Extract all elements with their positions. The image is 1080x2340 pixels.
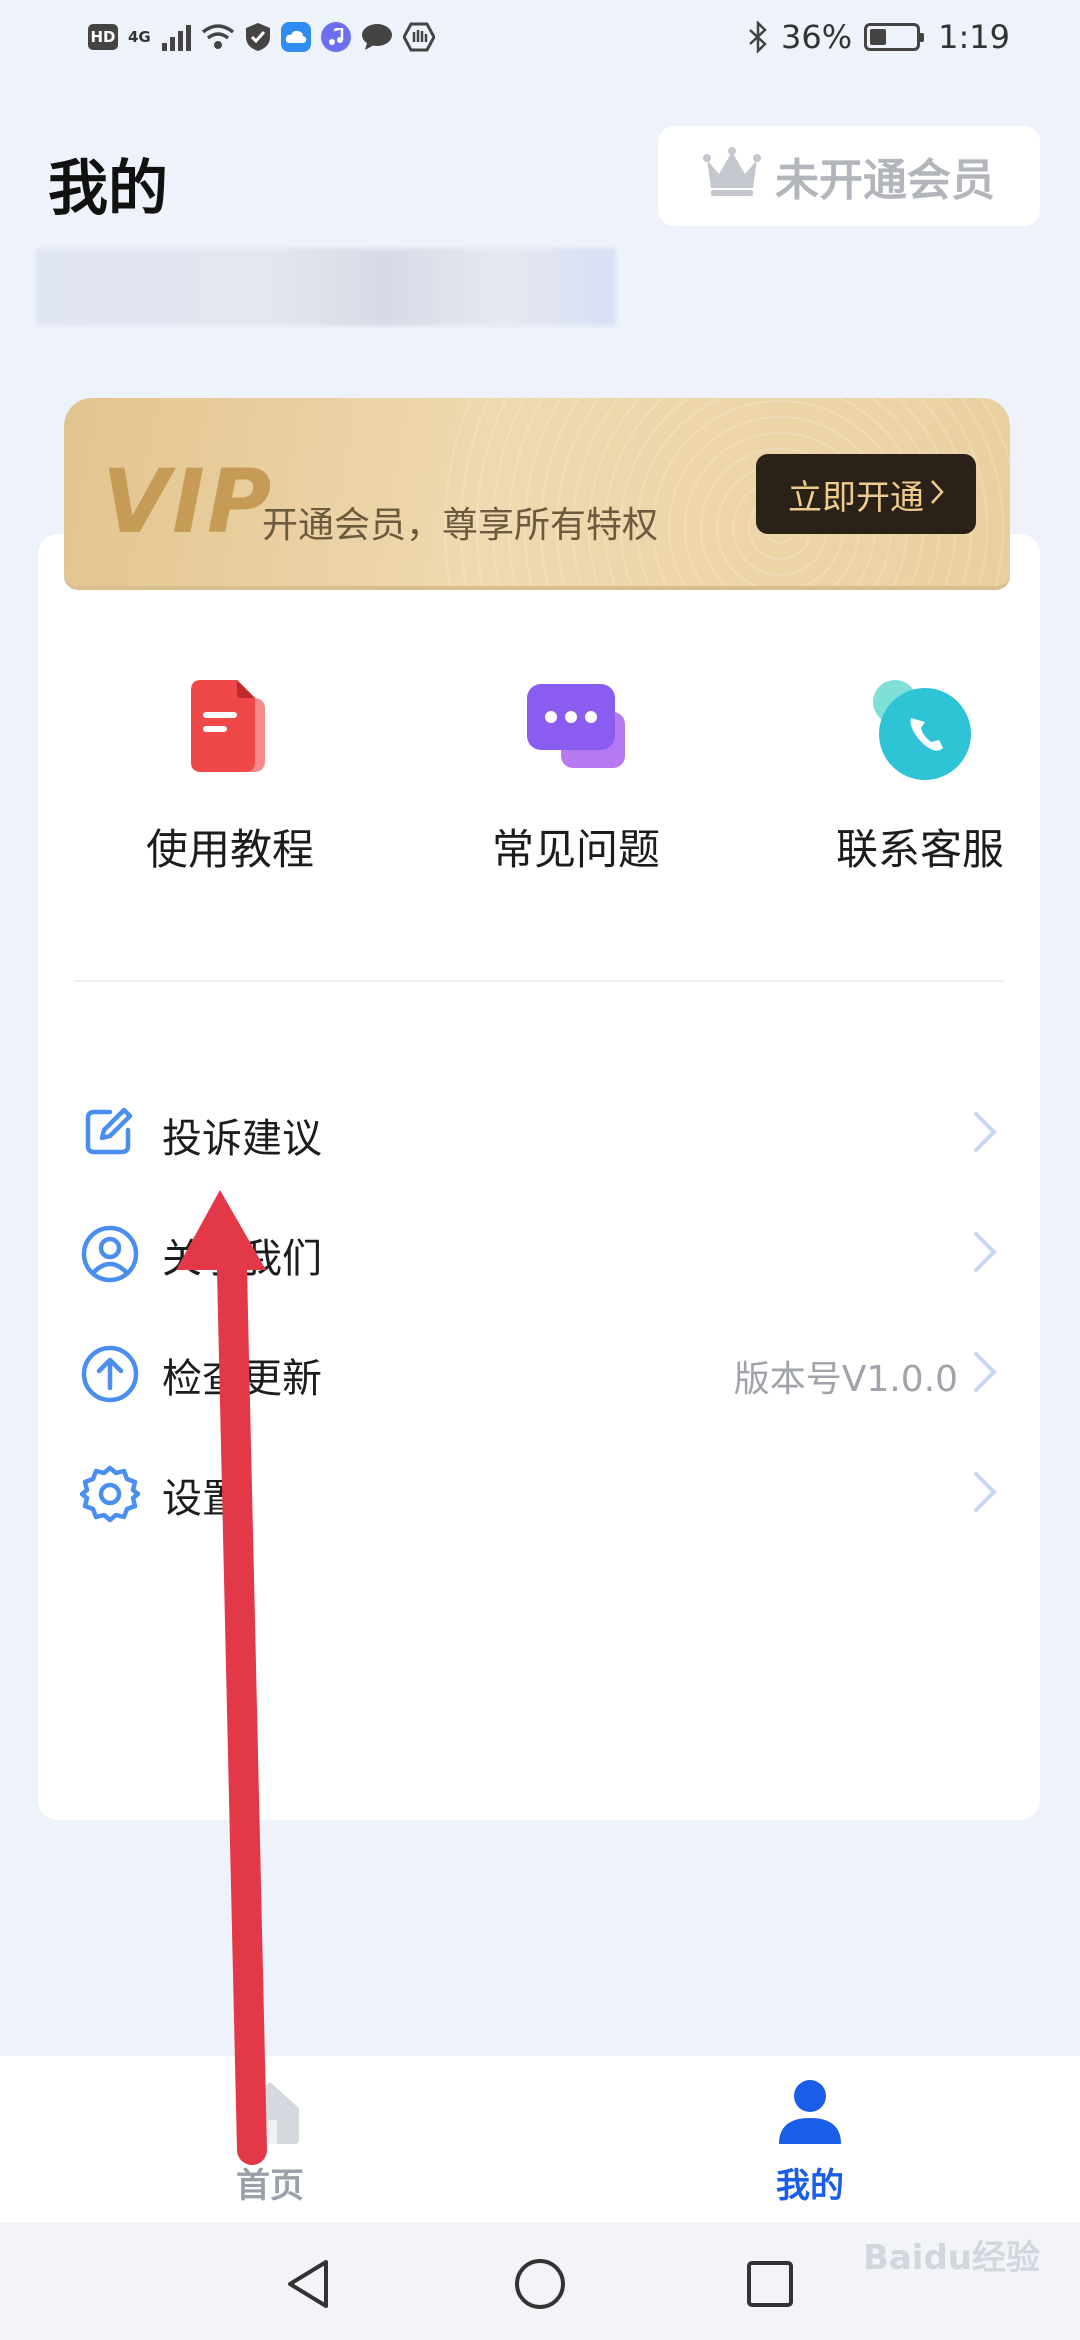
menu-item-check-update[interactable]: 检查更新 版本号V1.0.0 [38,1312,1040,1432]
vip-activate-button[interactable]: 立即开通 [756,454,976,534]
bluetooth-icon [747,21,769,53]
vip-banner[interactable]: VIP 开通会员，尊享所有特权 立即开通 [64,398,1010,586]
quick-actions: 使用教程 常见问题 联系客服 [38,676,1040,876]
hd-icon: HD [88,24,118,50]
home-circle-icon[interactable] [512,2256,568,2312]
recents-square-icon[interactable] [742,2256,798,2312]
vip-promo-text: 开通会员，尊享所有特权 [262,505,659,546]
menu-item-label: 检查更新 [162,1356,322,1402]
chevron-right-icon [970,1230,1000,1274]
gear-icon [79,1464,141,1523]
nav-tab-mine[interactable]: 我的 [710,2074,910,2207]
page-title: 我的 [48,154,168,224]
battery-level-fill [870,29,887,45]
cloud-app-icon [280,22,311,52]
phone-icon [865,676,975,786]
clock-time: 1:19 [938,18,1010,56]
main-card: 使用教程 常见问题 联系客服 投诉建议 关于我们 检查更新 版本号V1.0.0 … [38,534,1040,1820]
edit-icon [80,1104,136,1160]
menu-item-label: 设置 [162,1476,242,1522]
menu-item-feedback[interactable]: 投诉建议 [38,1072,1040,1192]
quick-action-label: 联系客服 [835,825,1004,874]
quick-action-faq[interactable]: 常见问题 [426,676,726,877]
menu-item-settings[interactable]: 设置 [38,1432,1040,1552]
member-status-label: 未开通会员 [775,155,995,206]
status-icons-right: 36% 1:19 [747,18,1010,56]
status-icons-left: HD 4G [88,22,435,52]
menu-item-label: 关于我们 [162,1236,322,1282]
member-status-button[interactable]: 未开通会员 [658,126,1040,226]
menu-item-about[interactable]: 关于我们 [38,1192,1040,1312]
network-type-label: 4G [128,28,151,46]
crown-icon [703,146,761,207]
quick-action-tutorial[interactable]: 使用教程 [80,676,380,877]
chat-bubbles-icon [521,676,631,786]
battery-icon [864,23,925,51]
chevron-right-icon [970,1470,1000,1514]
document-icon [175,676,285,786]
nav-label-mine: 我的 [776,2166,844,2206]
chevron-right-icon [970,1110,1000,1154]
shield-icon [245,22,271,52]
nav-tab-home[interactable]: 首页 [170,2074,370,2207]
nav-label-home: 首页 [236,2166,304,2206]
back-triangle-icon[interactable] [282,2256,338,2312]
signal-icon [161,23,191,51]
music-app-icon [320,22,351,52]
bottom-nav: 首页 我的 [0,2056,1080,2222]
quick-action-label: 常见问题 [491,825,660,874]
blurred-username [36,248,616,326]
battery-percent: 36% [781,18,853,56]
upload-arrow-icon [80,1344,139,1403]
hand-app-icon [402,22,435,52]
user-circle-icon [80,1224,139,1283]
version-number: 版本号V1.0.0 [733,1359,958,1400]
section-divider [74,980,1004,982]
vip-activate-label: 立即开通 [788,477,924,518]
user-icon [773,2074,847,2148]
watermark: Baidu经验 [862,2238,1040,2278]
quick-action-label: 使用教程 [145,825,314,874]
quick-action-support[interactable]: 联系客服 [770,676,1070,877]
vip-logo: VIP [102,450,274,553]
status-bar: HD 4G 36% 1:19 [0,0,1080,82]
home-icon [233,2074,307,2148]
menu-item-label: 投诉建议 [162,1116,322,1162]
message-icon [361,23,393,51]
chevron-right-icon [930,474,944,514]
chevron-right-icon [970,1350,1000,1394]
wifi-icon [201,23,235,51]
